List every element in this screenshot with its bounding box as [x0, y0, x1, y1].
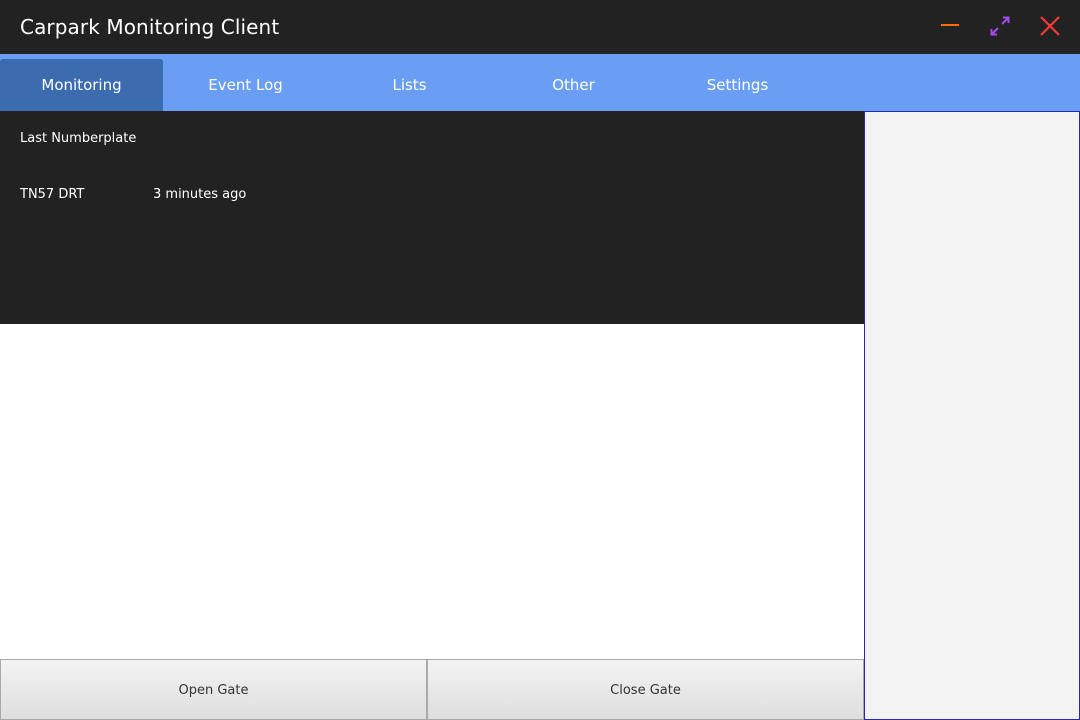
window-title: Carpark Monitoring Client: [20, 15, 280, 39]
numberplate-value: TN57 DRT: [20, 187, 85, 202]
maximize-icon: [990, 16, 1010, 36]
close-icon: [1040, 16, 1060, 36]
close-button[interactable]: [1037, 13, 1063, 39]
tab-bar: Monitoring Event Log Lists Other Setting…: [0, 54, 1080, 111]
tab-lists[interactable]: Lists: [328, 59, 491, 111]
monitoring-panel: Last Numberplate TN57 DRT 3 minutes ago: [0, 111, 864, 324]
tab-other[interactable]: Other: [492, 59, 655, 111]
app-window: Carpark Monitoring Client Monitoring Eve…: [0, 0, 1080, 720]
tab-event-log[interactable]: Event Log: [164, 59, 327, 111]
numberplate-time: 3 minutes ago: [153, 187, 247, 202]
last-numberplate-heading: Last Numberplate: [20, 131, 137, 146]
maximize-button[interactable]: [987, 13, 1013, 39]
minimize-icon: [941, 24, 959, 26]
content-area: [0, 324, 864, 659]
open-gate-button[interactable]: Open Gate: [0, 659, 427, 720]
title-bar: Carpark Monitoring Client: [0, 0, 1080, 54]
minimize-button[interactable]: [937, 13, 963, 39]
close-gate-button[interactable]: Close Gate: [427, 659, 864, 720]
tab-settings[interactable]: Settings: [656, 59, 819, 111]
tab-monitoring[interactable]: Monitoring: [0, 59, 163, 111]
side-panel: [864, 111, 1080, 720]
